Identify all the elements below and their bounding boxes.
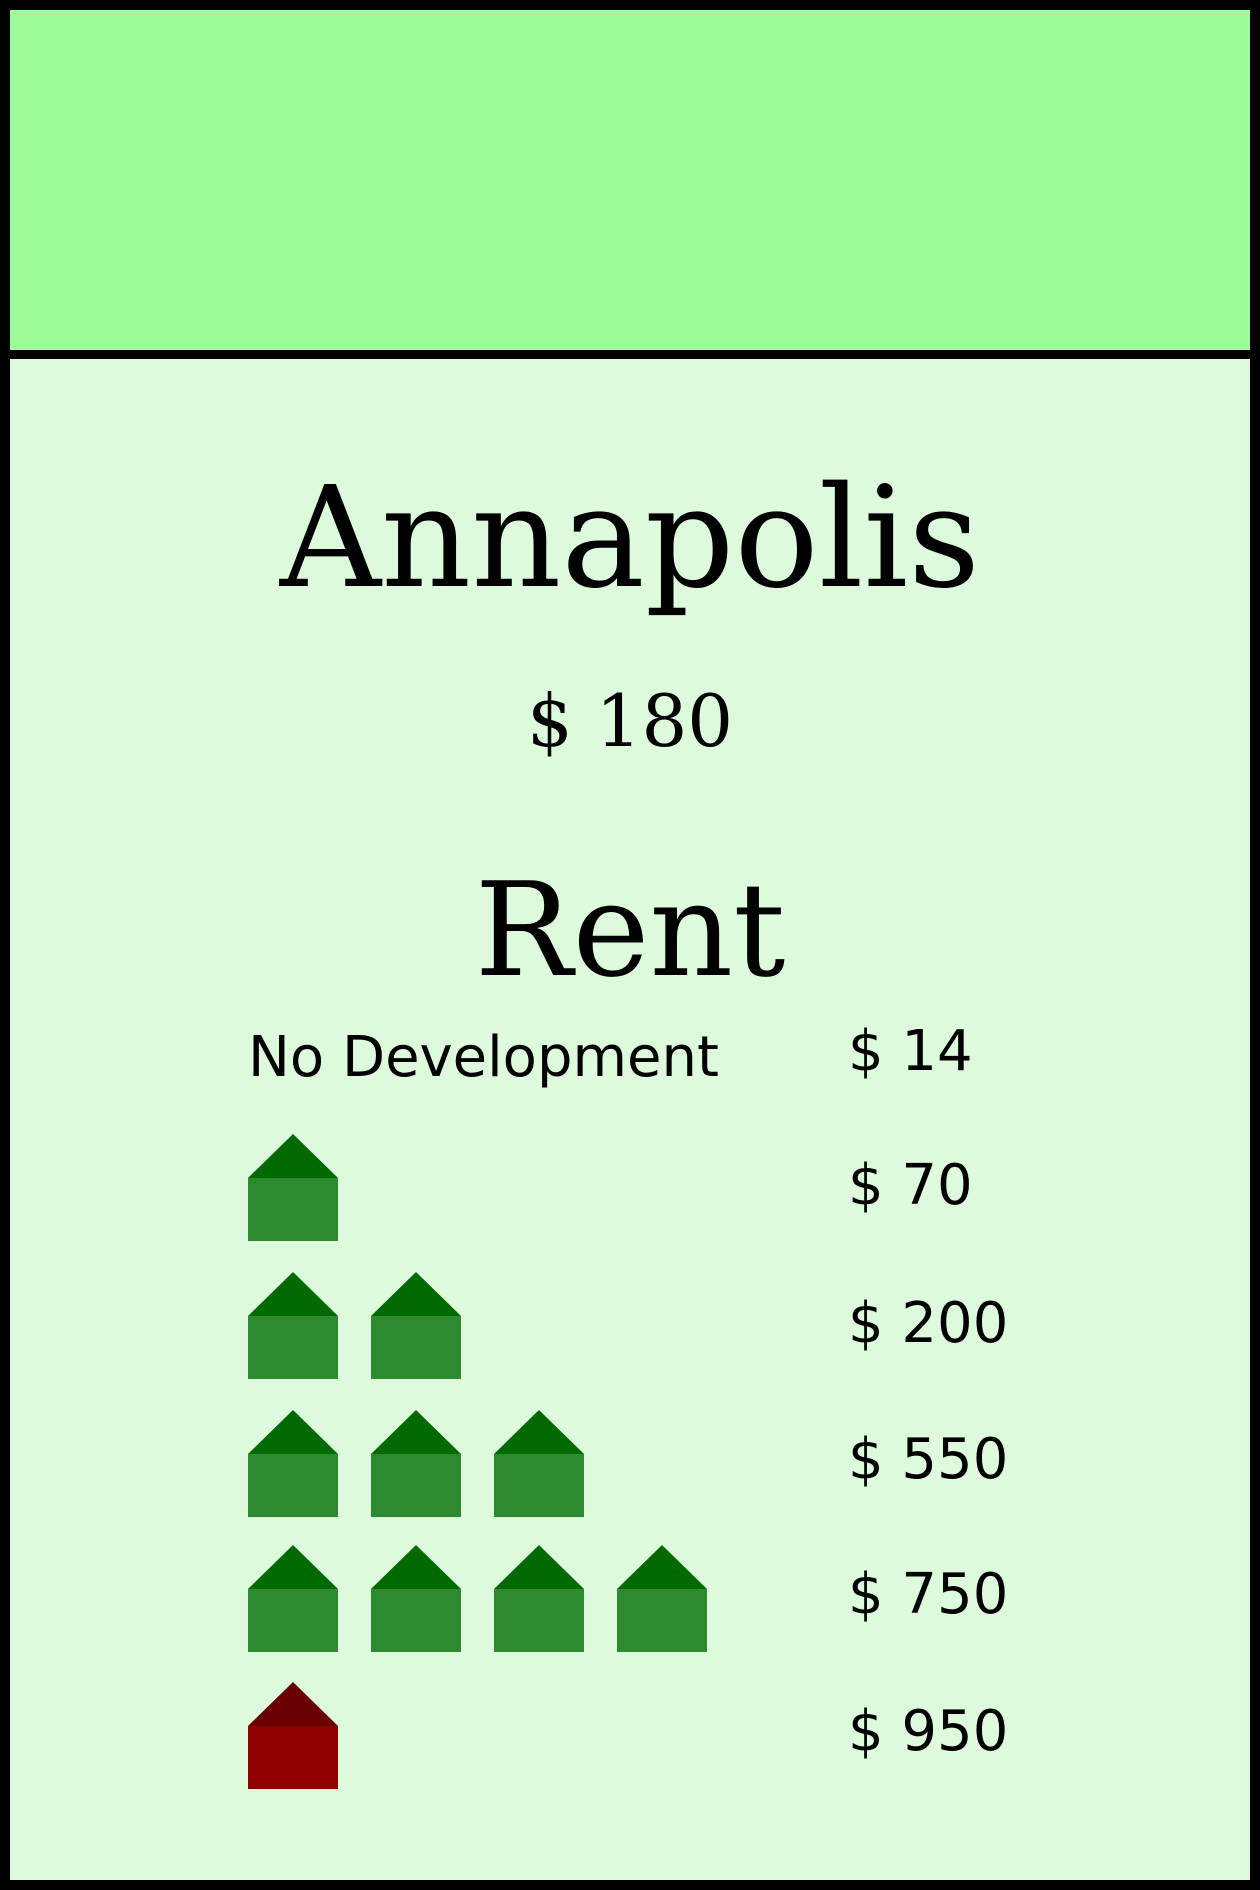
- rent-heading: Rent: [474, 854, 786, 1006]
- rent-row-1-house: $ 70: [248, 1134, 1048, 1244]
- rent-row-4-houses: $ 750: [248, 1545, 1048, 1655]
- house-icon: [248, 1134, 338, 1241]
- rent-row-label: No Development: [248, 1025, 719, 1090]
- house-icon: [494, 1410, 584, 1517]
- rent-row-no-development: No Development $ 14: [248, 1024, 1048, 1140]
- rent-row-hotel: $ 950: [248, 1682, 1048, 1792]
- rent-row-value: $ 200: [848, 1291, 1009, 1356]
- house-icon: [617, 1545, 707, 1652]
- rent-row-3-houses: $ 550: [248, 1410, 1048, 1520]
- property-card: Annapolis $ 180 Rent No Development $ 14…: [0, 0, 1260, 1890]
- color-group-band: [10, 10, 1250, 359]
- house-icon: [248, 1545, 338, 1652]
- rent-row-value: $ 550: [848, 1427, 1009, 1492]
- rent-row-2-houses: $ 200: [248, 1272, 1048, 1382]
- rent-row-value: $ 950: [848, 1699, 1009, 1764]
- house-icon: [371, 1545, 461, 1652]
- property-price: $ 180: [526, 679, 734, 763]
- rent-row-value: $ 70: [848, 1153, 973, 1218]
- house-icon: [494, 1545, 584, 1652]
- house-icon: [371, 1272, 461, 1379]
- rent-row-value: $ 14: [848, 1019, 973, 1084]
- rent-row-value: $ 750: [848, 1562, 1009, 1627]
- hotel-icon: [248, 1682, 338, 1789]
- house-icon: [248, 1272, 338, 1379]
- property-name: Annapolis: [279, 457, 981, 620]
- house-icon: [371, 1410, 461, 1517]
- house-icon: [248, 1410, 338, 1517]
